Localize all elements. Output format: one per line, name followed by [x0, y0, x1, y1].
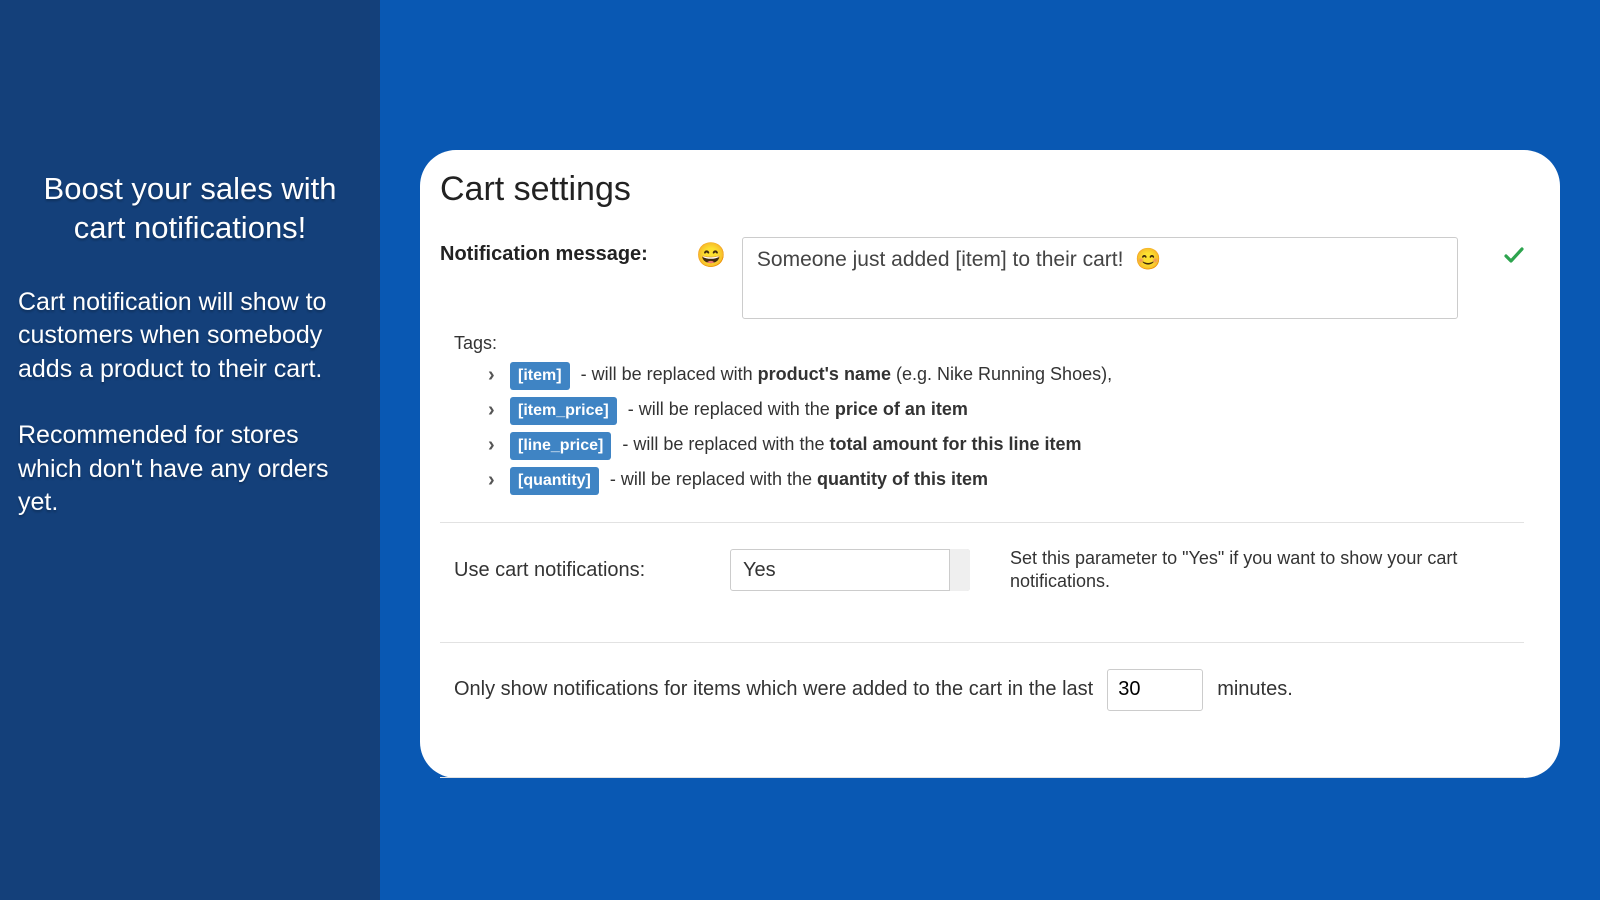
tags-list: [item] - will be replaced with product's…	[488, 358, 1524, 498]
use-cart-label: Use cart notifications:	[454, 559, 710, 582]
only-show-suffix: minutes.	[1217, 678, 1293, 701]
divider	[440, 777, 1524, 778]
tag-row: [item] - will be replaced with product's…	[488, 358, 1524, 393]
tag-row: [line_price] - will be replaced with the…	[488, 428, 1524, 463]
smile-icon: 😊	[1135, 248, 1161, 271]
checkmark-icon	[1474, 237, 1524, 271]
tags-label: Tags:	[454, 333, 1524, 354]
use-cart-row: Use cart notifications: Yes ▾ Set this p…	[440, 523, 1524, 618]
settings-card: Cart settings Notification message: 😄 So…	[420, 150, 1560, 778]
tag-text: - will be replaced with the	[622, 434, 829, 454]
tags-block: Tags: [item] - will be replaced with pro…	[454, 333, 1524, 498]
tag-row: [item_price] - will be replaced with the…	[488, 393, 1524, 428]
use-cart-select-wrap: Yes ▾	[730, 549, 970, 591]
card-title: Cart settings	[440, 170, 1524, 209]
tag-chip-item[interactable]: [item]	[510, 362, 570, 390]
tag-bold: quantity of this item	[817, 469, 988, 489]
tag-row: [quantity] - will be replaced with the q…	[488, 463, 1524, 498]
promo-sidebar: Boost your sales with cart notifications…	[0, 0, 380, 900]
tag-text: - will be replaced with the	[610, 469, 817, 489]
sidebar-paragraph-2: Recommended for stores which don't have …	[18, 419, 362, 520]
tag-after: (e.g. Nike Running Shoes),	[891, 364, 1112, 384]
sidebar-heading: Boost your sales with cart notifications…	[18, 170, 362, 248]
tag-chip-line-price[interactable]: [line_price]	[510, 432, 611, 460]
emoji-picker-button[interactable]: 😄	[696, 237, 726, 270]
tag-text: - will be replaced with the	[628, 399, 835, 419]
tag-text: - will be replaced with	[581, 364, 758, 384]
content-pane: Cart settings Notification message: 😄 So…	[380, 0, 1600, 900]
tag-bold: product's name	[758, 364, 891, 384]
notification-message-value: Someone just added [item] to their cart!	[757, 248, 1124, 271]
notification-message-input[interactable]: Someone just added [item] to their cart!…	[742, 237, 1458, 319]
use-cart-hint: Set this parameter to "Yes" if you want …	[1010, 547, 1524, 594]
use-cart-select[interactable]: Yes	[730, 549, 970, 591]
tag-chip-item-price[interactable]: [item_price]	[510, 397, 617, 425]
time-threshold-row: Only show notifications for items which …	[440, 643, 1524, 753]
minutes-input[interactable]	[1107, 669, 1203, 711]
tag-bold: price of an item	[835, 399, 968, 419]
notification-message-label: Notification message:	[440, 237, 680, 266]
tag-bold: total amount for this line item	[829, 434, 1081, 454]
notification-message-row: Notification message: 😄 Someone just add…	[440, 237, 1524, 319]
only-show-prefix: Only show notifications for items which …	[454, 678, 1093, 701]
tag-chip-quantity[interactable]: [quantity]	[510, 467, 599, 495]
sidebar-paragraph-1: Cart notification will show to customers…	[18, 286, 362, 387]
